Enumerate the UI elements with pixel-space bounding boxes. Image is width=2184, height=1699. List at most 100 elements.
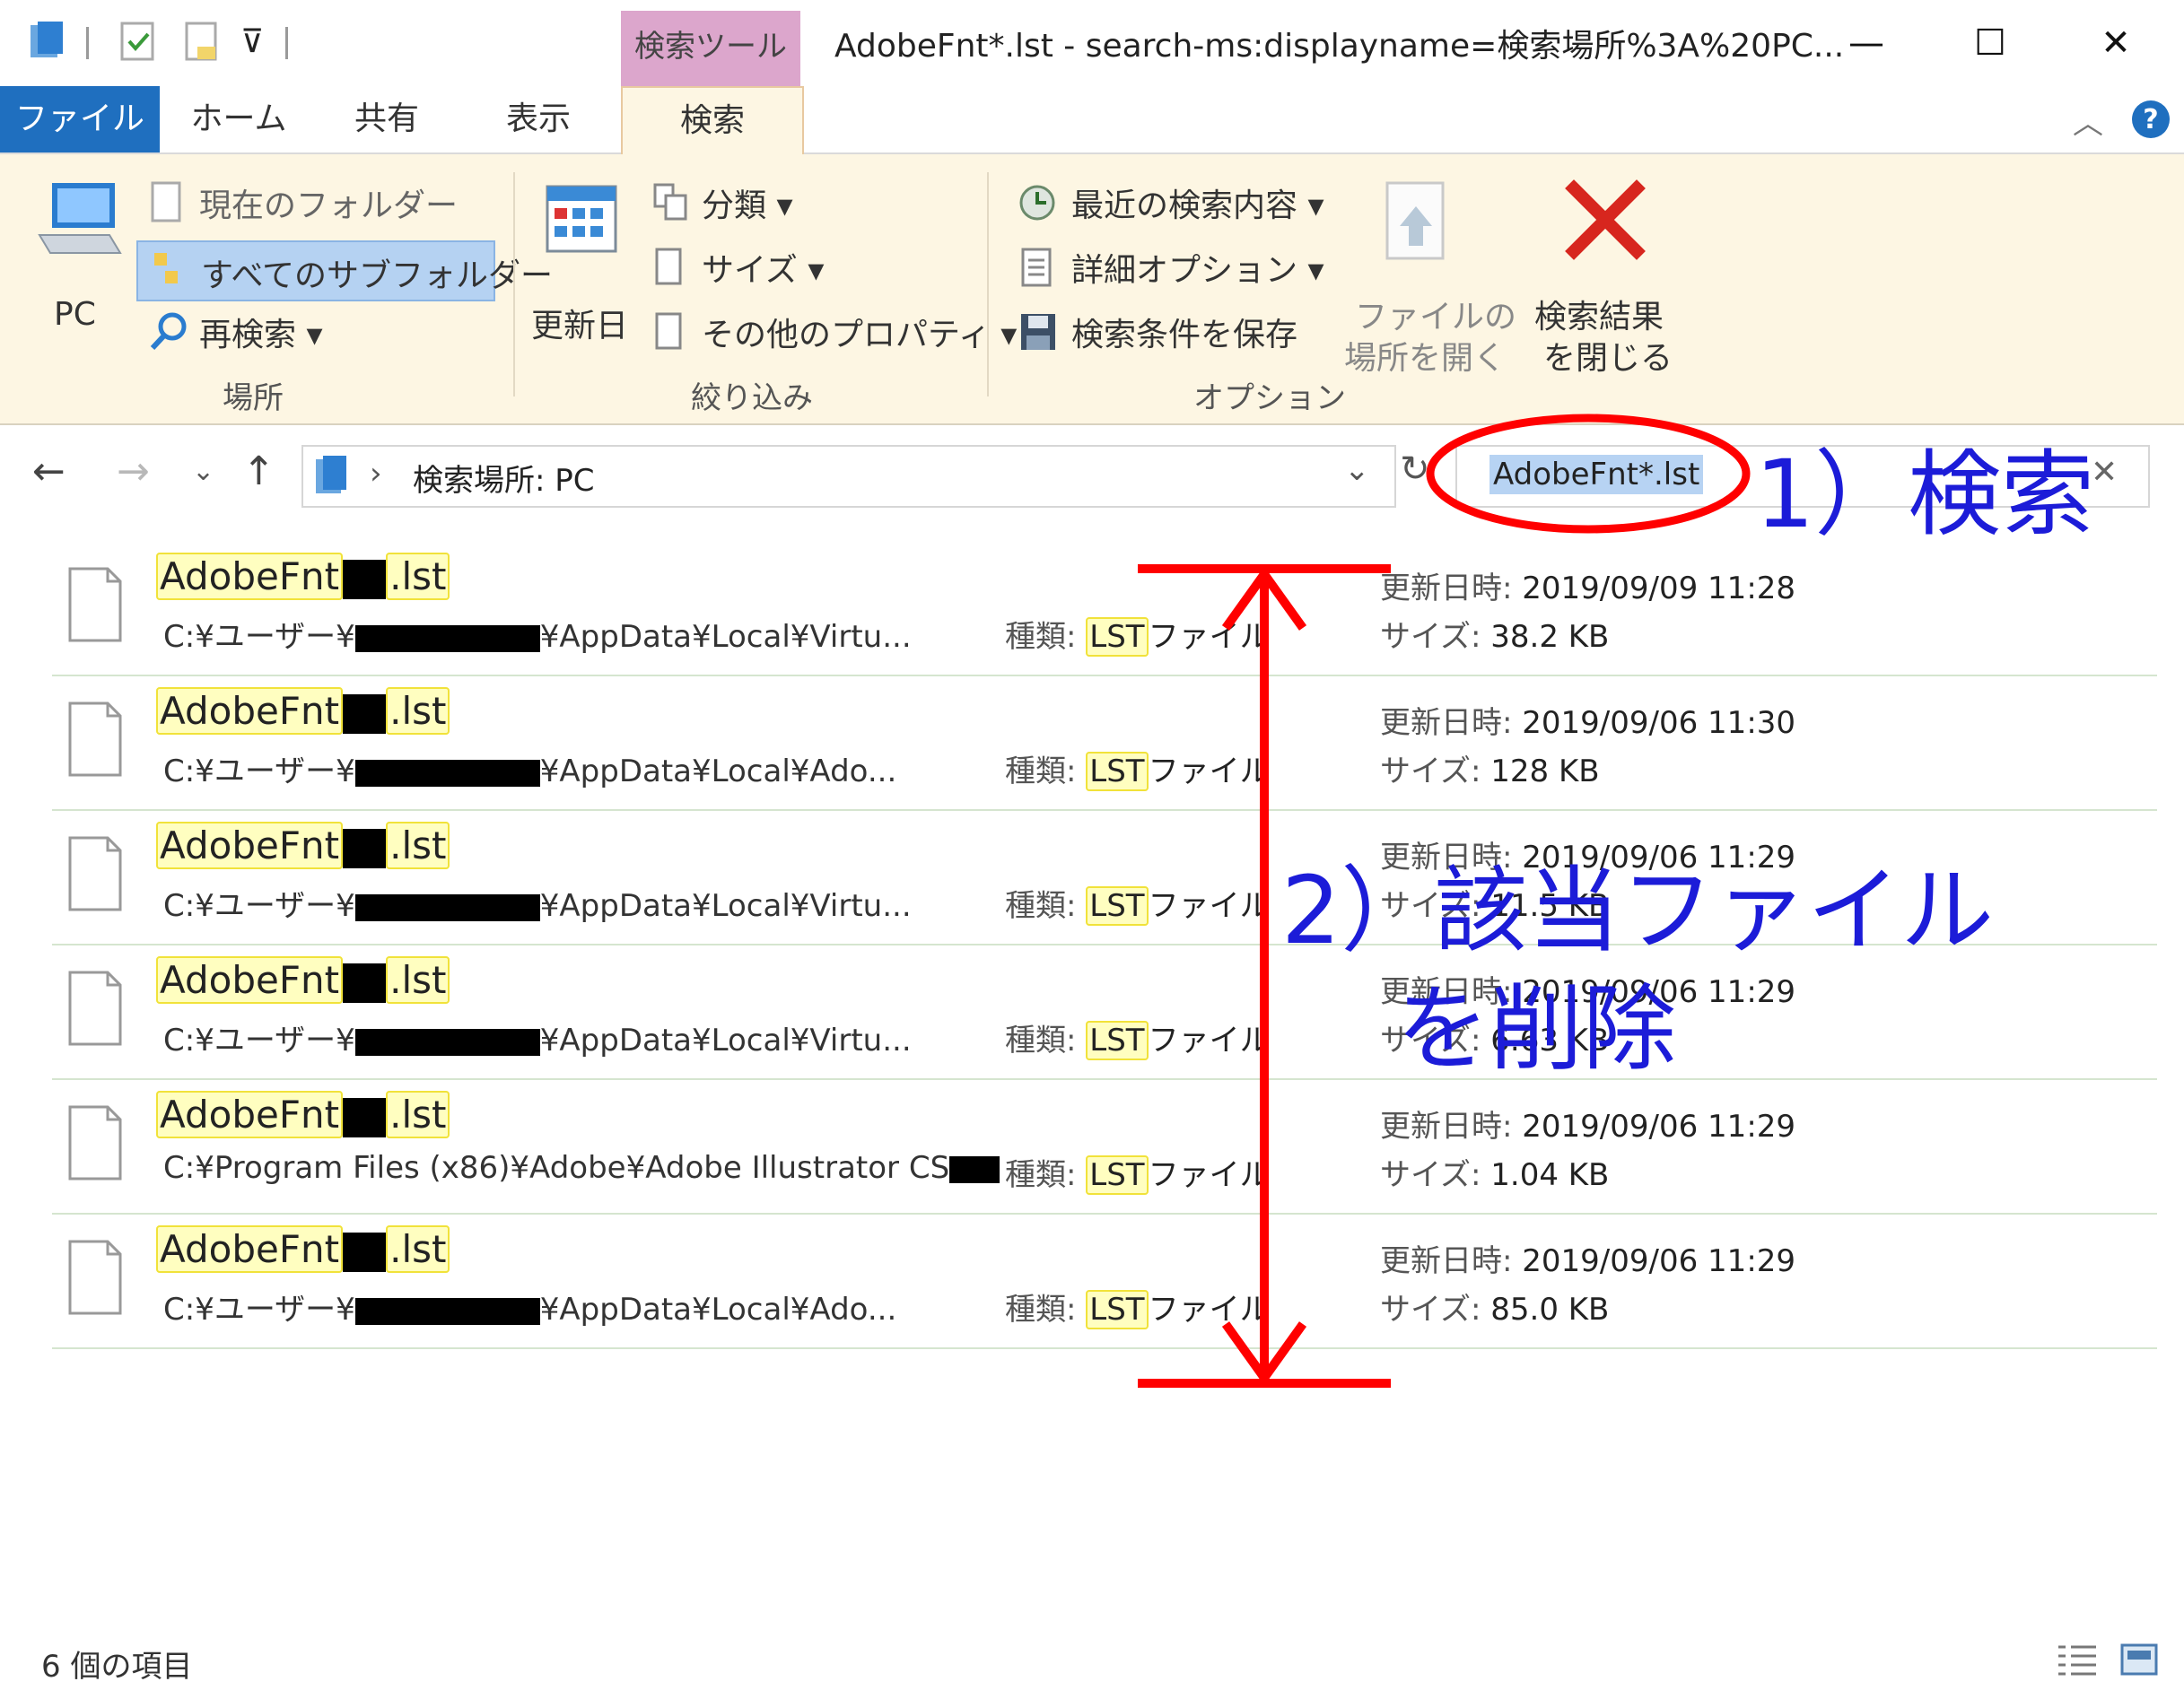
calendar-icon [546, 185, 617, 253]
redaction-block [354, 624, 540, 652]
file-path: C:¥ユーザー¥ ¥AppData¥Local¥Virtu... [163, 612, 912, 656]
file-name[interactable]: AdobeFnt .lst [156, 553, 450, 600]
result-type-ext: LST [1086, 1155, 1149, 1195]
open-file-location-button[interactable]: ファイルの 場所を開く [1341, 179, 1516, 386]
minimize-button[interactable]: — [1830, 18, 1902, 68]
file-name-match: AdobeFnt [156, 822, 344, 869]
search-location-icon [316, 456, 346, 493]
save-search-label: 検索条件を保存 [1071, 317, 1298, 353]
back-arrow-icon[interactable]: ← [32, 449, 66, 494]
result-path-suffix: ¥AppData¥Local¥Virtu... [539, 888, 912, 924]
help-icon[interactable]: ? [2130, 99, 2171, 140]
large-icons-view-icon[interactable] [2119, 1642, 2159, 1677]
redaction-block [343, 559, 387, 599]
annotation-step2-line1: 2）該当ファイル [1281, 856, 1995, 965]
file-icon [68, 1240, 122, 1315]
file-path: C:¥ユーザー¥ ¥AppData¥Local¥Virtu... [163, 1015, 912, 1059]
breadcrumb-separator: › [370, 456, 382, 492]
customize-toolbar-icon[interactable]: ⊽ [240, 23, 264, 60]
result-date: 2019/09/06 11:30 [1522, 705, 1796, 741]
tab-search[interactable]: 検索 [621, 86, 804, 156]
file-name-ext-match: .lst [386, 553, 450, 600]
file-type: 種類: LST ファイル [1005, 1285, 1271, 1329]
result-path-prefix: C:¥ユーザー¥ [163, 754, 355, 789]
checklist-icon[interactable] [118, 20, 158, 63]
tab-home[interactable]: ホーム [176, 86, 301, 152]
file-name-match: AdobeFnt [156, 687, 344, 735]
breadcrumb-location[interactable]: 検索場所: PC [413, 456, 595, 500]
details-view-icon[interactable] [2055, 1642, 2100, 1677]
status-item-count: 6 個の項目 [41, 1649, 193, 1685]
refresh-icon[interactable]: ↻ [1400, 449, 1430, 490]
result-path-suffix: ¥AppData¥Local¥Virtu... [539, 1023, 912, 1059]
file-name[interactable]: AdobeFnt .lst [156, 956, 450, 1004]
new-document-icon[interactable] [183, 20, 223, 63]
file-name-match: AdobeFnt [156, 956, 344, 1004]
save-disk-icon [1021, 314, 1055, 350]
pc-label: PC [54, 296, 96, 333]
tab-view[interactable]: 表示 [476, 86, 601, 152]
all-subfolders-button[interactable]: すべてのサブフォルダー [136, 240, 553, 301]
clear-search-icon[interactable]: ✕ [2091, 454, 2118, 491]
pc-button[interactable]: PC [27, 179, 127, 333]
advanced-options-icon [1021, 248, 1052, 287]
file-icon [68, 836, 122, 911]
search-result-row[interactable]: AdobeFnt .lst C:¥Program Files (x86)¥Adob… [52, 1078, 2157, 1215]
file-date-modified: 更新日時: 2019/09/06 11:30 [1380, 698, 1795, 742]
result-path-prefix: C:¥ユーザー¥ [163, 1023, 355, 1059]
file-name[interactable]: AdobeFnt .lst [156, 687, 450, 735]
file-name[interactable]: AdobeFnt .lst [156, 822, 450, 869]
file-icon [68, 701, 122, 777]
close-button[interactable]: ✕ [2080, 18, 2152, 68]
folder-properties-icon[interactable] [27, 20, 66, 63]
result-size: 128 KB [1490, 754, 1600, 789]
date-modified-button[interactable]: 更新日 [528, 181, 635, 344]
search-result-row[interactable]: AdobeFnt .lst C:¥ユーザー¥ ¥AppData¥Local¥Ado.… [52, 1213, 2157, 1349]
collapse-ribbon-icon[interactable]: ︿ [2073, 99, 2103, 143]
file-type: 種類: LST ファイル [1005, 881, 1271, 926]
group-label-location: 場所 [223, 380, 284, 416]
maximize-button[interactable]: ☐ [1954, 18, 2026, 68]
result-type-rest: ファイル [1148, 1292, 1271, 1328]
result-date: 2019/09/06 11:29 [1522, 1243, 1796, 1279]
result-size-label: サイズ: [1380, 754, 1481, 789]
up-arrow-icon[interactable]: ↑ [242, 449, 275, 494]
subfolders-icon [154, 253, 178, 283]
file-name[interactable]: AdobeFnt .lst [156, 1225, 450, 1273]
window-title: AdobeFnt*.lst - search-ms:displayname=検索… [834, 28, 1845, 65]
file-path: C:¥ユーザー¥ ¥AppData¥Local¥Ado... [163, 1285, 896, 1329]
result-date: 2019/09/09 11:28 [1522, 571, 1796, 606]
close-search-results-button[interactable]: 検索結果 を閉じる [1527, 179, 1680, 386]
address-dropdown-chevron-icon[interactable]: ⌄ [1344, 452, 1370, 488]
redaction-block [354, 759, 540, 787]
address-bar[interactable]: › 検索場所: PC ⌄ [301, 445, 1396, 508]
result-path-prefix: C:¥Program Files (x86)¥Adobe¥Adobe Illus… [163, 1150, 950, 1186]
file-name-match: AdobeFnt [156, 1225, 344, 1273]
file-name[interactable]: AdobeFnt .lst [156, 1091, 450, 1138]
annotation-step1: 1）検索 [1755, 440, 2095, 549]
result-type-label: 種類: [1005, 619, 1077, 655]
tab-share[interactable]: 共有 [328, 86, 445, 152]
result-type-label: 種類: [1005, 1157, 1077, 1193]
research-label: 再検索 ▾ [199, 317, 323, 353]
advanced-options-label: 詳細オプション ▾ [1071, 252, 1324, 289]
forward-arrow-icon[interactable]: → [117, 449, 150, 494]
file-date-modified: 更新日時: 2019/09/06 11:29 [1380, 1102, 1795, 1146]
redaction-block [343, 828, 387, 868]
file-path: C:¥ユーザー¥ ¥AppData¥Local¥Virtu... [163, 881, 912, 925]
open-location-label-1: ファイルの [1355, 299, 1517, 335]
search-input-value[interactable]: AdobeFnt*.lst [1489, 455, 1704, 494]
result-type-rest: ファイル [1148, 619, 1271, 655]
redaction-block [343, 1232, 387, 1272]
result-date-label: 更新日時: [1380, 705, 1513, 741]
search-refresh-icon [150, 312, 187, 351]
size-label: サイズ ▾ [702, 252, 825, 289]
recent-locations-chevron-icon[interactable]: ⌄ [192, 456, 214, 487]
result-path-prefix: C:¥ユーザー¥ [163, 619, 355, 655]
file-name-ext-match: .lst [386, 956, 450, 1004]
tab-file[interactable]: ファイル [0, 86, 160, 152]
search-result-row[interactable]: AdobeFnt .lst C:¥ユーザー¥ ¥AppData¥Local¥Ado.… [52, 675, 2157, 811]
search-result-row[interactable]: AdobeFnt .lst C:¥ユーザー¥ ¥AppData¥Local¥Virt… [52, 540, 2157, 676]
title-bar: ⊽ 検索ツール AdobeFnt*.lst - search-ms:displa… [0, 0, 2184, 86]
result-size-label: サイズ: [1380, 1292, 1481, 1328]
